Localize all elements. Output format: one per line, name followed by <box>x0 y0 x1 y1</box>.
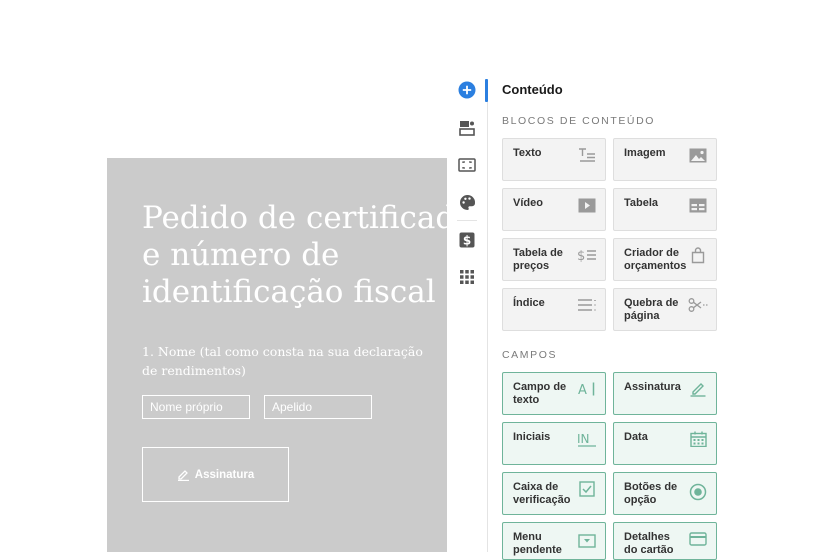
quote-builder-icon <box>688 246 708 264</box>
field-initials[interactable]: Iniciais IN <box>502 422 606 465</box>
field-dropdown[interactable]: Menu pendente <box>502 522 606 560</box>
last-name-input[interactable]: Apelido <box>264 395 372 419</box>
dollar-icon[interactable]: $ <box>457 230 477 250</box>
block-table[interactable]: Tabela <box>613 188 717 231</box>
signature-icon <box>688 380 708 398</box>
block-toc[interactable]: Índice <box>502 288 606 331</box>
document-canvas[interactable]: Pedido de certificado e número de identi… <box>107 158 447 552</box>
block-quote-builder[interactable]: Criador de orçamentos <box>613 238 717 281</box>
block-text[interactable]: Texto <box>502 138 606 181</box>
signature-pen-icon <box>177 468 190 481</box>
svg-text:$: $ <box>577 249 585 263</box>
question-label: 1. Nome (tal como consta na sua declaraç… <box>142 344 423 378</box>
layout-blocks-icon[interactable] <box>457 118 477 138</box>
content-blocks-heading: BLOCOS DE CONTEÚDO <box>502 115 656 127</box>
frame-icon[interactable] <box>457 155 477 175</box>
signature-field-label: Assinatura <box>194 468 255 481</box>
field-radio[interactable]: Botões de opção <box>613 472 717 515</box>
svg-text:IN: IN <box>577 432 590 446</box>
tool-rail: $ <box>447 70 487 552</box>
block-price-table[interactable]: Tabela de preços $ <box>502 238 606 281</box>
fields-heading: CAMPOS <box>502 349 558 361</box>
palette-icon[interactable] <box>457 192 477 212</box>
rail-separator <box>457 220 477 221</box>
toc-icon <box>577 296 597 314</box>
svg-text:$: $ <box>463 233 471 247</box>
video-icon <box>577 196 597 214</box>
dropdown-icon <box>577 532 597 550</box>
table-icon <box>688 196 708 214</box>
image-icon <box>688 146 708 164</box>
panel-divider <box>487 88 488 552</box>
calendar-icon <box>688 430 708 448</box>
apps-grid-icon[interactable] <box>457 267 477 287</box>
field-card-details[interactable]: Detalhes do cartão <box>613 522 717 560</box>
block-image[interactable]: Imagem <box>613 138 717 181</box>
checkbox-icon <box>577 480 597 498</box>
initials-icon: IN <box>577 430 597 448</box>
active-tab-indicator <box>485 79 488 102</box>
price-table-icon: $ <box>577 246 597 264</box>
field-checkbox[interactable]: Caixa de verificação <box>502 472 606 515</box>
card-icon <box>688 530 708 548</box>
svg-text:A: A <box>578 383 587 397</box>
document-title[interactable]: Pedido de certificado e número de identi… <box>142 200 447 311</box>
text-field-icon: A <box>577 380 597 398</box>
plus-circle-icon[interactable] <box>457 80 477 100</box>
signature-field[interactable]: Assinatura <box>142 447 289 502</box>
text-icon <box>577 146 597 164</box>
field-date[interactable]: Data <box>613 422 717 465</box>
field-signature[interactable]: Assinatura <box>613 372 717 415</box>
block-page-break[interactable]: Quebra de página <box>613 288 717 331</box>
panel-title: Conteúdo <box>502 82 563 97</box>
field-text[interactable]: Campo de texto A <box>502 372 606 415</box>
radio-icon <box>688 483 708 501</box>
page-break-icon <box>688 296 708 314</box>
first-name-input[interactable]: Nome próprio <box>142 395 250 419</box>
block-video[interactable]: Vídeo <box>502 188 606 231</box>
